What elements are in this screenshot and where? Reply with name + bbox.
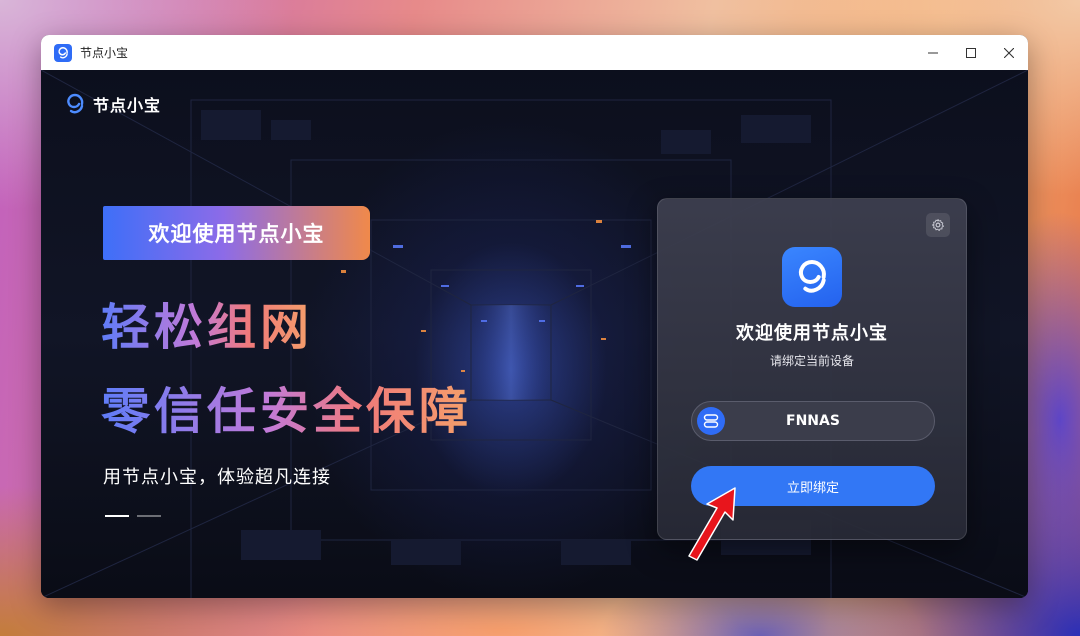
app-window: 节点小宝 节点小宝 欢迎使用节点小宝 轻松组网 零信任安全保障 用节点小宝，体验…: [41, 35, 1028, 598]
carousel-indicator[interactable]: [105, 515, 161, 517]
welcome-banner: 欢迎使用节点小宝: [103, 206, 370, 260]
brand-logo-icon: [67, 93, 84, 114]
main-content: 节点小宝 欢迎使用节点小宝 轻松组网 零信任安全保障 用节点小宝，体验超凡连接 …: [41, 70, 1028, 598]
carousel-dot[interactable]: [137, 515, 161, 517]
gear-icon: [931, 218, 945, 232]
card-title: 欢迎使用节点小宝: [736, 323, 888, 344]
minimize-button[interactable]: [914, 35, 952, 70]
app-logo-icon: [782, 247, 842, 307]
card-subtitle: 请绑定当前设备: [769, 354, 854, 368]
annotation-arrow-icon: [688, 487, 736, 561]
close-icon: [1004, 47, 1014, 58]
device-selector[interactable]: FNNAS: [691, 401, 935, 441]
maximize-button[interactable]: [952, 35, 990, 70]
maximize-icon: [966, 47, 976, 58]
carousel-dot-active[interactable]: [105, 515, 129, 517]
settings-button[interactable]: [926, 213, 950, 237]
close-button[interactable]: [990, 35, 1028, 70]
brand-name: 节点小宝: [93, 96, 162, 115]
headline-secondary: 零信任安全保障: [101, 372, 472, 443]
minimize-icon: [928, 52, 938, 53]
hero-subline: 用节点小宝，体验超凡连接: [103, 467, 331, 488]
title-bar[interactable]: 节点小宝: [41, 35, 1028, 71]
device-name: FNNAS: [786, 413, 840, 429]
app-logo-icon: [54, 43, 72, 62]
headline-primary: 轻松组网: [101, 288, 313, 359]
window-title: 节点小宝: [80, 46, 129, 60]
brand-logo: 节点小宝: [63, 92, 161, 116]
